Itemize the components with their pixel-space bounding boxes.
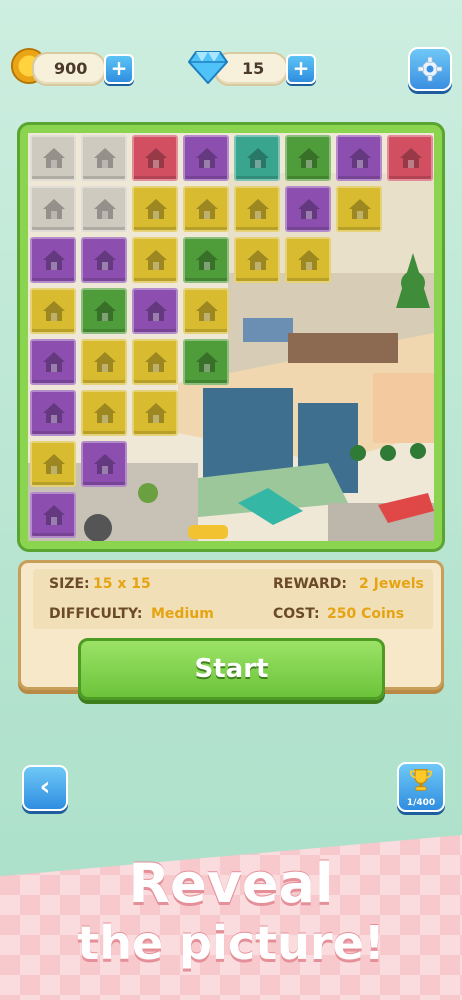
- house-icon: [43, 199, 65, 219]
- puzzle-tile[interactable]: [132, 339, 178, 385]
- puzzle-tile[interactable]: [183, 237, 229, 283]
- chevron-left-icon: ‹: [39, 772, 51, 802]
- house-icon: [145, 301, 167, 321]
- house-icon: [94, 199, 116, 219]
- puzzle-tile[interactable]: [183, 288, 229, 334]
- puzzle-tile[interactable]: [132, 186, 178, 232]
- cost-label: COST:: [273, 606, 320, 622]
- puzzle-picture: [28, 133, 434, 541]
- back-button[interactable]: ‹: [22, 765, 68, 811]
- puzzle-tile[interactable]: [81, 339, 127, 385]
- puzzle-tile[interactable]: [132, 390, 178, 436]
- puzzle-tile[interactable]: [285, 135, 331, 181]
- promo-title: Reveal: [128, 852, 334, 915]
- reward-value: 2 Jewels: [359, 576, 424, 592]
- house-icon: [247, 148, 269, 168]
- promo-subtitle: the picture!: [77, 916, 385, 970]
- puzzle-tile[interactable]: [30, 288, 76, 334]
- puzzle-tile[interactable]: [81, 441, 127, 487]
- house-icon: [43, 352, 65, 372]
- cost-value: 250 Coins: [327, 606, 405, 622]
- puzzle-tile[interactable]: [285, 186, 331, 232]
- settings-button[interactable]: [408, 47, 452, 91]
- size-value: 15 x 15: [93, 576, 151, 592]
- house-icon: [145, 199, 167, 219]
- house-icon: [196, 250, 218, 270]
- house-icon: [247, 250, 269, 270]
- house-icon: [145, 352, 167, 372]
- puzzle-tile[interactable]: [132, 135, 178, 181]
- gear-icon: [417, 56, 443, 82]
- puzzle-tile[interactable]: [183, 339, 229, 385]
- puzzle-tile[interactable]: [30, 441, 76, 487]
- house-icon: [349, 148, 371, 168]
- puzzle-board[interactable]: [17, 122, 445, 552]
- house-icon: [43, 403, 65, 423]
- puzzle-tile[interactable]: [30, 390, 76, 436]
- house-icon: [298, 199, 320, 219]
- puzzle-tile[interactable]: [81, 186, 127, 232]
- puzzle-tile[interactable]: [132, 288, 178, 334]
- house-icon: [145, 250, 167, 270]
- puzzle-tile[interactable]: [81, 390, 127, 436]
- coin-counter: 900: [32, 52, 106, 86]
- house-icon: [400, 148, 422, 168]
- puzzle-tile[interactable]: [30, 237, 76, 283]
- house-icon: [94, 352, 116, 372]
- puzzle-tile[interactable]: [234, 186, 280, 232]
- diamond-icon: [188, 51, 228, 84]
- achievements-button[interactable]: 1/400: [397, 762, 445, 812]
- puzzle-tile[interactable]: [81, 237, 127, 283]
- puzzle-tile[interactable]: [285, 237, 331, 283]
- start-button[interactable]: Start: [78, 638, 385, 700]
- house-icon: [94, 403, 116, 423]
- house-icon: [43, 301, 65, 321]
- jewel-amount: 15: [242, 59, 265, 78]
- puzzle-tile[interactable]: [234, 135, 280, 181]
- house-icon: [94, 454, 116, 474]
- house-icon: [145, 403, 167, 423]
- add-jewels-button[interactable]: +: [286, 54, 316, 84]
- size-label: SIZE:: [49, 576, 90, 592]
- house-icon: [43, 250, 65, 270]
- puzzle-tile[interactable]: [30, 186, 76, 232]
- puzzle-tile[interactable]: [81, 135, 127, 181]
- house-icon: [349, 199, 371, 219]
- house-icon: [145, 148, 167, 168]
- puzzle-tile[interactable]: [132, 237, 178, 283]
- house-icon: [298, 148, 320, 168]
- house-icon: [43, 505, 65, 525]
- house-icon: [298, 250, 320, 270]
- house-icon: [94, 301, 116, 321]
- puzzle-tile[interactable]: [30, 339, 76, 385]
- difficulty-label: DIFFICULTY:: [49, 606, 143, 622]
- puzzle-tile[interactable]: [81, 288, 127, 334]
- house-icon: [196, 301, 218, 321]
- puzzle-tile[interactable]: [234, 237, 280, 283]
- house-icon: [94, 250, 116, 270]
- add-coins-button[interactable]: +: [104, 54, 134, 84]
- house-icon: [43, 148, 65, 168]
- puzzle-tile[interactable]: [30, 135, 76, 181]
- reward-label: REWARD:: [273, 576, 347, 592]
- house-icon: [196, 352, 218, 372]
- house-icon: [247, 199, 269, 219]
- trophy-icon: [409, 769, 433, 791]
- puzzle-tile[interactable]: [183, 135, 229, 181]
- puzzle-tile[interactable]: [30, 492, 76, 538]
- puzzle-tile[interactable]: [336, 135, 382, 181]
- puzzle-tile[interactable]: [183, 186, 229, 232]
- puzzle-tile[interactable]: [336, 186, 382, 232]
- achievement-progress: 1/400: [406, 798, 436, 808]
- difficulty-value: Medium: [151, 606, 214, 622]
- house-icon: [196, 199, 218, 219]
- house-icon: [196, 148, 218, 168]
- puzzle-tile[interactable]: [387, 135, 433, 181]
- house-icon: [94, 148, 116, 168]
- house-icon: [43, 454, 65, 474]
- coin-amount: 900: [54, 59, 88, 78]
